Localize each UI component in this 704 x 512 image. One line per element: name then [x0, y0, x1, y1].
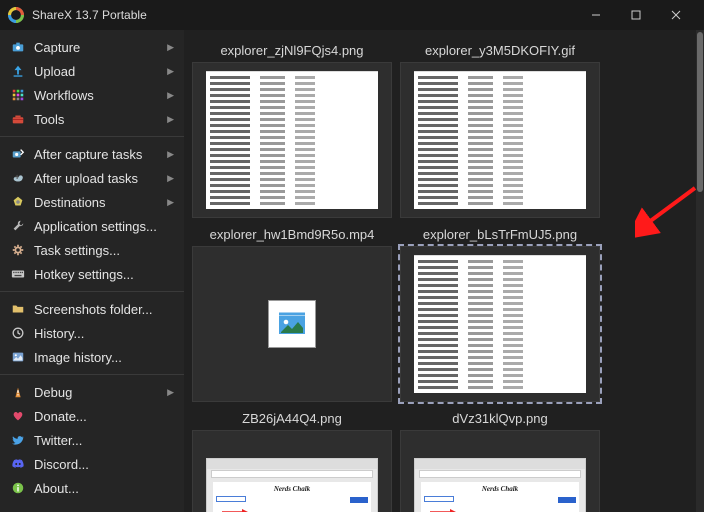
imghist-icon — [10, 349, 26, 365]
thumbnail-preview — [414, 255, 586, 393]
thumbnail-box[interactable]: Nerds Chalk — [192, 430, 392, 512]
menu-item-label: Task settings... — [34, 243, 174, 258]
chevron-right-icon: ▶ — [167, 173, 174, 184]
dest-icon — [10, 194, 26, 210]
scrollbar-thumb[interactable] — [697, 32, 703, 192]
menu-item-label: Donate... — [34, 409, 174, 424]
menu-item-capture[interactable]: Capture ▶ — [0, 35, 184, 59]
thumbnail-preview — [268, 300, 316, 348]
menu-item-about-[interactable]: About... — [0, 476, 184, 500]
keyboard-icon — [10, 266, 26, 282]
thumbnail-grid: explorer_zjNl9FQjs4.png explorer_y3M5DKO… — [184, 30, 704, 512]
chevron-right-icon: ▶ — [167, 90, 174, 101]
chevron-right-icon: ▶ — [167, 149, 174, 160]
thumbnail-box[interactable] — [400, 246, 600, 402]
menu-item-after-capture-tasks[interactable]: After capture tasks ▶ — [0, 142, 184, 166]
thumbnail-box[interactable] — [192, 62, 392, 218]
menu-item-label: After upload tasks — [34, 171, 167, 186]
about-icon — [10, 480, 26, 496]
thumbnail-item[interactable]: explorer_hw1Bmd9R5o.mp4 — [192, 224, 392, 402]
thumbnail-item[interactable]: explorer_zjNl9FQjs4.png — [192, 40, 392, 218]
menu-item-label: Workflows — [34, 88, 167, 103]
toolbox-icon — [10, 111, 26, 127]
thumbnail-label: explorer_y3M5DKOFIY.gif — [400, 40, 600, 62]
menu-item-label: History... — [34, 326, 174, 341]
menu-item-upload[interactable]: Upload ▶ — [0, 59, 184, 83]
menu-item-label: Discord... — [34, 457, 174, 472]
discord-icon — [10, 456, 26, 472]
close-button[interactable] — [656, 0, 696, 30]
menu-item-label: Destinations — [34, 195, 167, 210]
chevron-right-icon: ▶ — [167, 197, 174, 208]
folder-icon — [10, 301, 26, 317]
chevron-right-icon: ▶ — [167, 66, 174, 77]
menu-item-destinations[interactable]: Destinations ▶ — [0, 190, 184, 214]
separator — [0, 136, 184, 137]
menu-item-after-upload-tasks[interactable]: After upload tasks ▶ — [0, 166, 184, 190]
menu-item-label: Capture — [34, 40, 167, 55]
menu-item-screenshots-folder-[interactable]: Screenshots folder... — [0, 297, 184, 321]
minimize-button[interactable] — [576, 0, 616, 30]
thumbnail-label: explorer_zjNl9FQjs4.png — [192, 40, 392, 62]
chevron-right-icon: ▶ — [167, 114, 174, 125]
menu-item-task-settings-[interactable]: Task settings... — [0, 238, 184, 262]
upload-icon — [10, 63, 26, 79]
window-title: ShareX 13.7 Portable — [32, 8, 576, 22]
gear-icon — [10, 242, 26, 258]
menu-item-debug[interactable]: Debug ▶ — [0, 380, 184, 404]
menu-item-tools[interactable]: Tools ▶ — [0, 107, 184, 131]
wrench-icon — [10, 218, 26, 234]
camera-icon — [10, 39, 26, 55]
sidebar: Capture ▶ Upload ▶ Workflows ▶ Tools ▶ A… — [0, 30, 184, 512]
thumbnail-item[interactable]: explorer_bLsTrFmUJ5.png — [400, 224, 600, 402]
menu-item-label: Hotkey settings... — [34, 267, 174, 282]
menu-item-history-[interactable]: History... — [0, 321, 184, 345]
chevron-right-icon: ▶ — [167, 42, 174, 53]
separator — [0, 374, 184, 375]
menu-item-label: Twitter... — [34, 433, 174, 448]
workflow-icon — [10, 87, 26, 103]
menu-item-label: Screenshots folder... — [34, 302, 174, 317]
menu-item-application-settings-[interactable]: Application settings... — [0, 214, 184, 238]
thumbnail-preview — [206, 71, 378, 209]
menu-item-twitter-[interactable]: Twitter... — [0, 428, 184, 452]
menu-item-label: After capture tasks — [34, 147, 167, 162]
scrollbar-track[interactable] — [696, 30, 704, 512]
debug-icon — [10, 384, 26, 400]
afup-icon — [10, 170, 26, 186]
thumbnail-item[interactable]: ZB26jA44Q4.png Nerds Chalk — [192, 408, 392, 512]
menu-item-discord-[interactable]: Discord... — [0, 452, 184, 476]
heart-icon — [10, 408, 26, 424]
thumbnail-preview: Nerds Chalk — [206, 458, 378, 512]
menu-item-label: About... — [34, 481, 174, 496]
menu-item-label: Debug — [34, 385, 167, 400]
thumbnail-item[interactable]: dVz31klQvp.png Nerds Chalk — [400, 408, 600, 512]
thumbnail-label: explorer_bLsTrFmUJ5.png — [400, 224, 600, 246]
thumbnail-label: dVz31klQvp.png — [400, 408, 600, 430]
thumbnail-box[interactable] — [400, 62, 600, 218]
thumbnail-preview — [414, 71, 586, 209]
history-icon — [10, 325, 26, 341]
menu-item-label: Image history... — [34, 350, 174, 365]
menu-item-label: Application settings... — [34, 219, 174, 234]
menu-item-donate-[interactable]: Donate... — [0, 404, 184, 428]
menu-item-label: Upload — [34, 64, 167, 79]
thumbnail-label: explorer_hw1Bmd9R5o.mp4 — [192, 224, 392, 246]
thumbnail-box[interactable] — [192, 246, 392, 402]
titlebar: ShareX 13.7 Portable — [0, 0, 704, 30]
thumbnail-label: ZB26jA44Q4.png — [192, 408, 392, 430]
twitter-icon — [10, 432, 26, 448]
app-icon — [8, 7, 24, 23]
chevron-right-icon: ▶ — [167, 387, 174, 398]
separator — [0, 291, 184, 292]
thumbnail-box[interactable]: Nerds Chalk — [400, 430, 600, 512]
maximize-button[interactable] — [616, 0, 656, 30]
thumbnail-item[interactable]: explorer_y3M5DKOFIY.gif — [400, 40, 600, 218]
thumbnail-preview: Nerds Chalk — [414, 458, 586, 512]
menu-item-label: Tools — [34, 112, 167, 127]
menu-item-workflows[interactable]: Workflows ▶ — [0, 83, 184, 107]
afcap-icon — [10, 146, 26, 162]
menu-item-hotkey-settings-[interactable]: Hotkey settings... — [0, 262, 184, 286]
menu-item-image-history-[interactable]: Image history... — [0, 345, 184, 369]
